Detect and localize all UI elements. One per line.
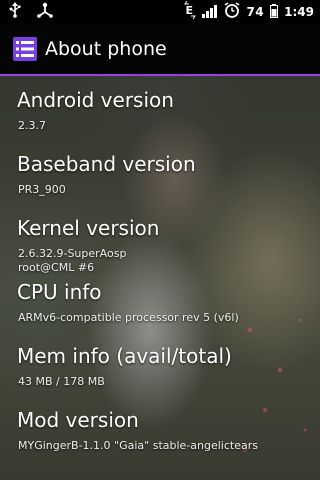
item-title: Mem info (avail/total)	[17, 344, 232, 368]
item-title: Kernel version	[17, 216, 160, 240]
item-title: Android version	[17, 88, 174, 112]
about-phone-list: Android version 2.3.7 Baseband version P…	[0, 78, 320, 462]
android-debug-icon	[36, 2, 54, 22]
item-summary: 43 MB / 178 MB	[18, 375, 105, 389]
item-title: Baseband version	[17, 152, 196, 176]
item-summary: PR3_900	[18, 183, 66, 197]
item-summary: 2.3.7	[18, 119, 46, 133]
network-e-icon: E	[184, 0, 197, 23]
settings-list-icon	[13, 37, 37, 61]
list-item-kernel-version[interactable]: Kernel version 2.6.32.9-SuperAosp root@C…	[0, 206, 320, 274]
item-summary-line: ARMv6-compatible processor rev 5 (v6l)	[18, 311, 239, 324]
svg-text:E: E	[186, 4, 194, 17]
list-item-mod-version[interactable]: Mod version MYGingerB-1.1.0 "Gaia" stabl…	[0, 398, 320, 462]
clock: 1:49	[284, 5, 314, 19]
status-bar[interactable]: E 74 1:49	[0, 0, 320, 24]
item-summary-line: 2.3.7	[18, 119, 46, 132]
list-item-mem-info[interactable]: Mem info (avail/total) 43 MB / 178 MB	[0, 334, 320, 398]
item-summary-line: MYGingerB-1.1.0 "Gaia" stable-angelictea…	[18, 439, 258, 452]
list-item-baseband-version[interactable]: Baseband version PR3_900	[0, 142, 320, 206]
page-title: About phone	[45, 38, 167, 60]
item-title: Mod version	[17, 408, 139, 432]
title-bar: About phone	[0, 24, 320, 76]
item-summary: MYGingerB-1.1.0 "Gaia" stable-angelictea…	[18, 439, 258, 453]
item-title: CPU info	[17, 280, 102, 304]
battery-icon	[270, 3, 279, 22]
item-summary-line: 43 MB / 178 MB	[18, 375, 105, 388]
signal-icon	[202, 3, 218, 22]
battery-percent: 74	[246, 5, 265, 19]
list-item-android-version[interactable]: Android version 2.3.7	[0, 78, 320, 142]
usb-icon	[8, 2, 22, 22]
item-summary-line: PR3_900	[18, 183, 66, 196]
item-summary: ARMv6-compatible processor rev 5 (v6l)	[18, 311, 239, 325]
alarm-icon	[224, 2, 240, 22]
list-item-cpu-info[interactable]: CPU info ARMv6-compatible processor rev …	[0, 270, 320, 334]
item-summary-line: 2.6.32.9-SuperAosp	[18, 247, 127, 260]
